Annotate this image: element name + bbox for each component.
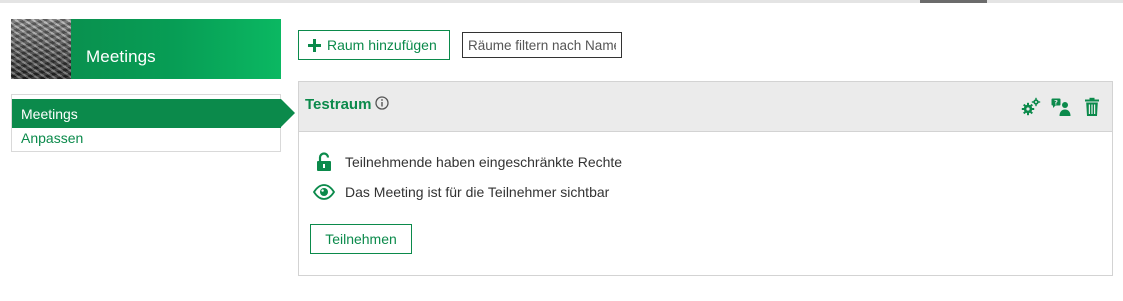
room-permission-row: Teilnehmende haben eingeschränkte Rechte bbox=[313, 152, 622, 172]
info-icon[interactable] bbox=[375, 96, 389, 110]
room-card-header: Testraum ? bbox=[299, 82, 1112, 132]
banner-thumbnail-image bbox=[11, 19, 71, 79]
participants-question-icon[interactable]: ? bbox=[1051, 97, 1071, 117]
room-visibility-text: Das Meeting ist für die Teilnehmer sicht… bbox=[345, 184, 610, 200]
room-visibility-row: Das Meeting ist für die Teilnehmer sicht… bbox=[313, 182, 609, 202]
delete-trash-icon[interactable] bbox=[1082, 97, 1102, 117]
svg-text:?: ? bbox=[1054, 99, 1058, 107]
page: Meetings Meetings Anpassen Raum hinzufüg… bbox=[0, 0, 1123, 301]
room-title: Testraum bbox=[305, 96, 372, 113]
sidebar-item-meetings[interactable]: Meetings bbox=[12, 99, 295, 128]
add-room-label: Raum hinzufügen bbox=[327, 37, 437, 53]
add-room-button[interactable]: Raum hinzufügen bbox=[298, 30, 450, 60]
plus-icon bbox=[308, 38, 321, 52]
header-banner: Meetings bbox=[11, 19, 281, 79]
top-tab-indicator bbox=[920, 0, 987, 3]
side-navigation: Meetings Anpassen bbox=[11, 94, 295, 152]
lock-open-icon bbox=[313, 152, 335, 172]
join-meeting-button[interactable]: Teilnehmen bbox=[310, 224, 412, 254]
settings-gears-icon[interactable] bbox=[1021, 97, 1041, 117]
room-filter-input[interactable] bbox=[462, 32, 622, 58]
banner-title: Meetings bbox=[86, 47, 156, 66]
eye-icon bbox=[313, 182, 335, 202]
sidebar-item-anpassen[interactable]: Anpassen bbox=[21, 130, 83, 146]
room-card: Testraum ? Teilnehmende haben eingeschrä… bbox=[298, 81, 1113, 276]
room-permission-text: Teilnehmende haben eingeschränkte Rechte bbox=[345, 154, 623, 170]
